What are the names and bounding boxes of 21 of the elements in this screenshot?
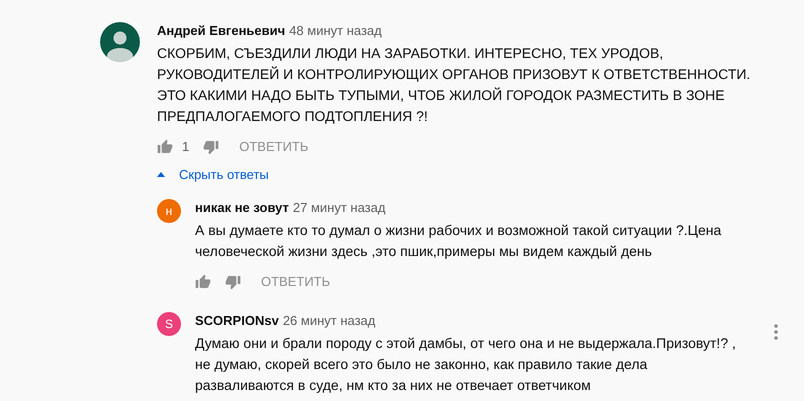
thumbs-up-icon[interactable]	[195, 274, 211, 290]
more-icon[interactable]	[774, 324, 778, 340]
comment-text: Думаю они и брали породу с этой дамбы, от чего она и не выдержала.Призовут!? , не думаю, скорей всего это было не законно, как правило такие дела разваливаются в суде, нм кто за них не отвечает ответчиком	[195, 334, 737, 395]
comment-text: А вы думаете кто то думал о жизни рабочих и возможной такой ситуации ?.Цена человеческой жизни здесь ,это пшик,примеры мы видем каждый день	[195, 220, 722, 261]
avatar: н	[157, 198, 181, 222]
comment-time[interactable]: 26 минут назад	[282, 312, 376, 330]
thumbs-down-icon[interactable]	[225, 274, 241, 290]
like-count: 1	[182, 138, 190, 156]
author-name[interactable]: SCORPIONsv	[195, 312, 279, 330]
comment-time[interactable]: 48 минут назад	[289, 22, 382, 40]
caret-icon	[157, 172, 165, 178]
author-name[interactable]: Андрей Евгеньевич	[157, 22, 286, 40]
comment-text: СКОРБИМ, СЪЕЗДИЛИ ЛЮДИ НА ЗАРАБОТКИ. ИНТЕРЕСНО, ТЕХ УРОДОВ, РУКОВОДИТЕЛЕЙ И КОНТРОЛИРУЮЩИХ ОРГАНОВ ПРИЗОВУТ К ОТВЕТСТВЕННОСТИ. ЭТО КАКИМИ НАДО БЫТЬ ТУПЫМИ, ЧТОБ ЖИЛОЙ ГОРОДОК РАЗМЕСТИТЬ В ЗОНЕ ПРЕДПАЛОГАЕМОГО ПОДТОПЛЕНИЯ ?!	[157, 44, 752, 126]
avatar: S	[157, 312, 181, 336]
thumbs-down-icon[interactable]	[203, 139, 220, 155]
author-name[interactable]: никак не зовут	[195, 198, 289, 216]
reply-button[interactable]: ОТВЕТИТЬ	[261, 272, 330, 292]
thumbs-up-icon[interactable]	[157, 139, 173, 155]
reply-button[interactable]: ОТВЕТИТЬ	[239, 137, 308, 157]
hide-replies-button[interactable]: Скрыть ответы	[157, 165, 269, 184]
comment-time[interactable]: 27 минут назад	[292, 198, 386, 216]
